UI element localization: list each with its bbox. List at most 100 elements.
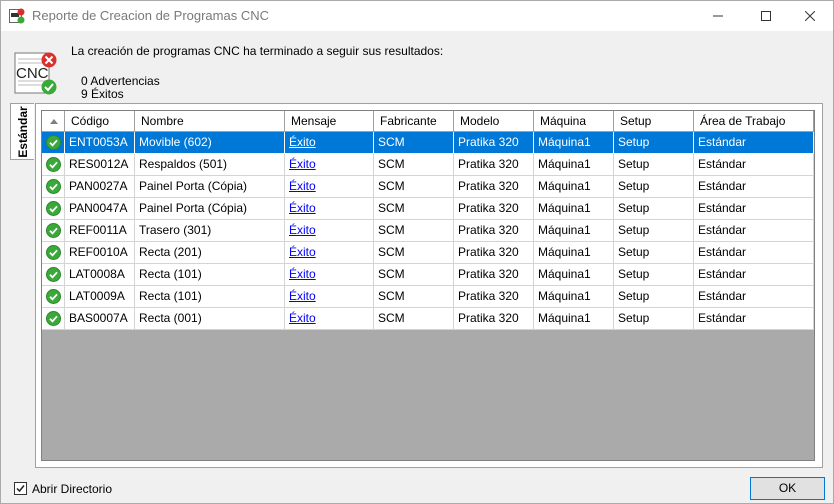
cell-codigo: LAT0008A	[65, 264, 135, 286]
table-row[interactable]: BAS0007A Recta (001) Éxito SCM Pratika 3…	[42, 308, 814, 330]
cell-fabricante: SCM	[374, 220, 454, 242]
cell-area: Estándar	[694, 198, 814, 220]
cell-area: Estándar	[694, 154, 814, 176]
status-cell	[42, 154, 65, 176]
cell-nombre: Movible (602)	[135, 132, 285, 154]
table-row[interactable]: LAT0008A Recta (101) Éxito SCM Pratika 3…	[42, 264, 814, 286]
cnc-report-icon: CNC	[14, 52, 57, 95]
mensaje-link[interactable]: Éxito	[289, 267, 316, 281]
cell-fabricante: SCM	[374, 242, 454, 264]
open-directory-checkbox[interactable]	[14, 482, 27, 495]
ok-button[interactable]: OK	[750, 477, 825, 500]
cell-setup: Setup	[614, 176, 694, 198]
mensaje-link[interactable]: Éxito	[289, 223, 316, 237]
cell-area: Estándar	[694, 264, 814, 286]
cell-maquina: Máquina1	[534, 132, 614, 154]
cell-modelo: Pratika 320	[454, 220, 534, 242]
table-row[interactable]: LAT0009A Recta (101) Éxito SCM Pratika 3…	[42, 286, 814, 308]
success-check-icon	[46, 289, 61, 304]
cell-fabricante: SCM	[374, 286, 454, 308]
success-check-icon	[46, 179, 61, 194]
cell-modelo: Pratika 320	[454, 286, 534, 308]
cell-codigo: PAN0027A	[65, 176, 135, 198]
cell-maquina: Máquina1	[534, 308, 614, 330]
tab-estandar[interactable]: Estándar	[10, 103, 34, 160]
cell-nombre: Painel Porta (Cópia)	[135, 198, 285, 220]
cell-codigo: PAN0047A	[65, 198, 135, 220]
success-check-icon	[46, 223, 61, 238]
close-icon	[805, 11, 815, 21]
status-cell	[42, 198, 65, 220]
mensaje-link[interactable]: Éxito	[289, 311, 316, 325]
cell-mensaje: Éxito	[285, 308, 374, 330]
cell-area: Estándar	[694, 242, 814, 264]
cell-nombre: Recta (201)	[135, 242, 285, 264]
open-directory-label[interactable]: Abrir Directorio	[32, 482, 112, 496]
table-row[interactable]: RES0012A Respaldos (501) Éxito SCM Prati…	[42, 154, 814, 176]
status-cell	[42, 220, 65, 242]
table-row[interactable]: ENT0053A Movible (602) Éxito SCM Pratika…	[42, 132, 814, 154]
cell-maquina: Máquina1	[534, 154, 614, 176]
cell-setup: Setup	[614, 220, 694, 242]
cell-area: Estándar	[694, 308, 814, 330]
cell-fabricante: SCM	[374, 198, 454, 220]
column-header-setup[interactable]: Setup	[614, 111, 694, 132]
report-window: Reporte de Creacion de Programas CNC CNC…	[0, 0, 834, 504]
status-cell	[42, 286, 65, 308]
cell-nombre: Recta (101)	[135, 264, 285, 286]
mensaje-link[interactable]: Éxito	[289, 135, 316, 149]
cell-setup: Setup	[614, 264, 694, 286]
cell-modelo: Pratika 320	[454, 308, 534, 330]
cnc-icon-text: CNC	[16, 65, 49, 82]
table-row[interactable]: REF0010A Recta (201) Éxito SCM Pratika 3…	[42, 242, 814, 264]
success-check-icon	[46, 201, 61, 216]
cell-setup: Setup	[614, 198, 694, 220]
cell-nombre: Respaldos (501)	[135, 154, 285, 176]
status-cell	[42, 176, 65, 198]
mensaje-link[interactable]: Éxito	[289, 201, 316, 215]
table-row[interactable]: PAN0047A Painel Porta (Cópia) Éxito SCM …	[42, 198, 814, 220]
cell-fabricante: SCM	[374, 154, 454, 176]
column-header-nombre[interactable]: Nombre	[135, 111, 285, 132]
minimize-icon	[713, 15, 723, 17]
cell-mensaje: Éxito	[285, 154, 374, 176]
mensaje-link[interactable]: Éxito	[289, 157, 316, 171]
cell-modelo: Pratika 320	[454, 132, 534, 154]
cell-area: Estándar	[694, 220, 814, 242]
cell-fabricante: SCM	[374, 264, 454, 286]
column-header-codigo[interactable]: Código	[65, 111, 135, 132]
minimize-button[interactable]	[695, 1, 741, 31]
cell-setup: Setup	[614, 132, 694, 154]
maximize-button[interactable]	[743, 1, 789, 31]
cell-setup: Setup	[614, 242, 694, 264]
cell-maquina: Máquina1	[534, 176, 614, 198]
results-grid[interactable]: Código Nombre Mensaje Fabricante Modelo …	[41, 110, 815, 461]
close-button[interactable]	[787, 1, 833, 31]
mensaje-link[interactable]: Éxito	[289, 289, 316, 303]
grid-header: Código Nombre Mensaje Fabricante Modelo …	[42, 111, 814, 132]
cell-modelo: Pratika 320	[454, 154, 534, 176]
mensaje-link[interactable]: Éxito	[289, 179, 316, 193]
column-header-modelo[interactable]: Modelo	[454, 111, 534, 132]
result-message: La creación de programas CNC ha terminad…	[71, 44, 444, 58]
column-header-fabricante[interactable]: Fabricante	[374, 111, 454, 132]
cell-maquina: Máquina1	[534, 264, 614, 286]
success-check-icon	[46, 267, 61, 282]
column-header-maquina[interactable]: Máquina	[534, 111, 614, 132]
mensaje-link[interactable]: Éxito	[289, 245, 316, 259]
column-header-area[interactable]: Área de Trabajo	[694, 111, 814, 132]
column-header-mensaje[interactable]: Mensaje	[285, 111, 374, 132]
cell-area: Estándar	[694, 132, 814, 154]
cell-codigo: BAS0007A	[65, 308, 135, 330]
success-check-icon	[46, 245, 61, 260]
table-row[interactable]: REF0011A Trasero (301) Éxito SCM Pratika…	[42, 220, 814, 242]
title-bar[interactable]: Reporte de Creacion de Programas CNC	[1, 1, 833, 31]
sort-column-header[interactable]	[42, 111, 65, 132]
success-check-icon	[46, 311, 61, 326]
table-row[interactable]: PAN0027A Painel Porta (Cópia) Éxito SCM …	[42, 176, 814, 198]
cell-fabricante: SCM	[374, 308, 454, 330]
sort-arrow-icon	[50, 119, 58, 124]
status-cell	[42, 264, 65, 286]
cell-nombre: Painel Porta (Cópia)	[135, 176, 285, 198]
cell-setup: Setup	[614, 308, 694, 330]
